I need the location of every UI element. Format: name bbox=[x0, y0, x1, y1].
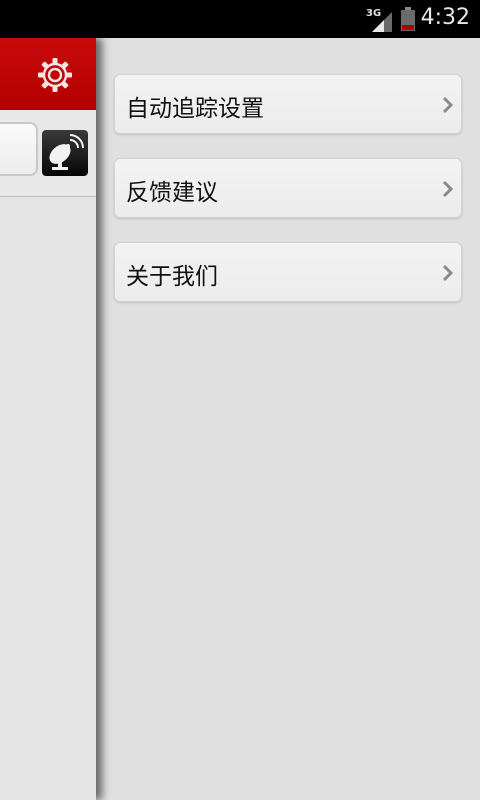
menu-item-auto-tracking-settings[interactable]: 自动追踪设置 bbox=[114, 74, 462, 134]
chevron-right-icon bbox=[442, 180, 454, 198]
menu-item-label: 关于我们 bbox=[126, 264, 218, 290]
search-row bbox=[0, 110, 96, 197]
menu-item-about-us[interactable]: 关于我们 bbox=[114, 242, 462, 302]
search-input[interactable] bbox=[0, 122, 38, 176]
gear-icon[interactable] bbox=[36, 56, 74, 94]
radar-button[interactable] bbox=[42, 130, 88, 176]
chevron-right-icon bbox=[442, 96, 454, 114]
satellite-dish-icon bbox=[49, 134, 84, 170]
chevron-right-icon bbox=[442, 264, 454, 282]
menu-item-label: 反馈建议 bbox=[126, 180, 218, 206]
status-bar: 3G 4:32 bbox=[0, 0, 480, 38]
signal-icon: 3G bbox=[366, 8, 392, 32]
main-panel bbox=[0, 38, 96, 800]
status-clock: 4:32 bbox=[420, 5, 470, 30]
main-header bbox=[0, 38, 96, 110]
settings-menu: 自动追踪设置 反馈建议 关于我们 bbox=[100, 38, 480, 800]
menu-item-label: 自动追踪设置 bbox=[126, 96, 264, 122]
network-type-label: 3G bbox=[366, 8, 381, 19]
menu-item-feedback[interactable]: 反馈建议 bbox=[114, 158, 462, 218]
battery-icon bbox=[401, 7, 415, 31]
